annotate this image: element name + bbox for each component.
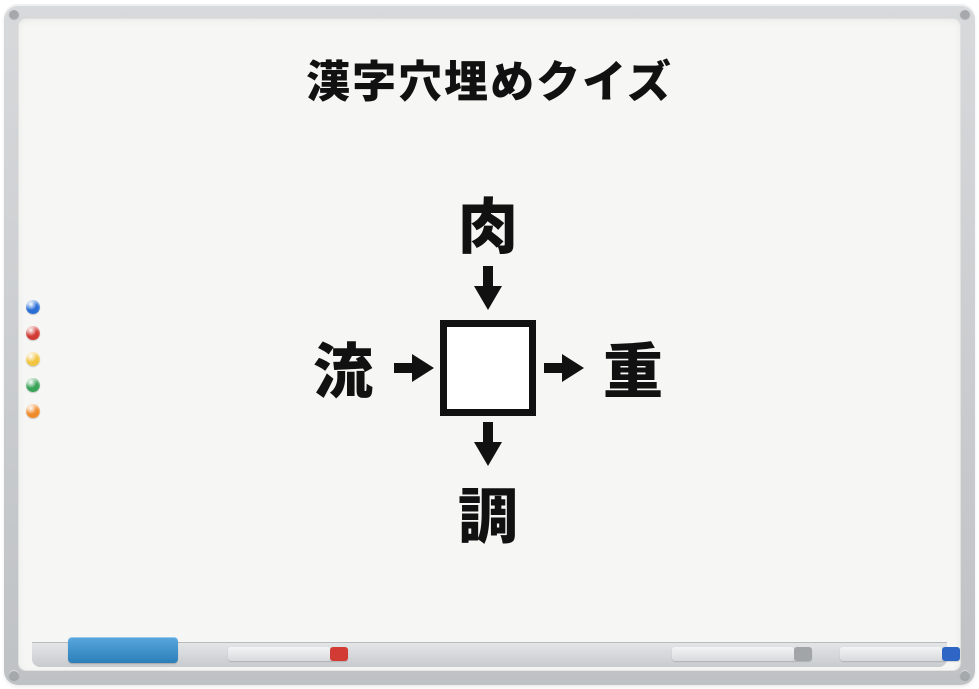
corner-pin-top-right (960, 9, 970, 19)
marker-tray (32, 642, 947, 667)
marker-red (228, 647, 348, 661)
arrow-down-icon (474, 422, 502, 466)
kanji-puzzle: 肉 流 重 調 (18, 168, 961, 568)
marker-cap (942, 647, 960, 661)
corner-pin-top-left (9, 9, 19, 19)
arrow-right-icon (544, 354, 584, 382)
quiz-title: 漢字穴埋めクイズ (18, 46, 961, 110)
answer-box[interactable] (440, 320, 536, 416)
corner-pin-bottom-right (960, 670, 970, 680)
marker-body (672, 647, 794, 661)
marker-blue (840, 647, 960, 661)
marker-cap (794, 647, 812, 661)
viewport: 漢字穴埋めクイズ 肉 流 重 調 (0, 0, 979, 689)
kanji-bottom: 調 (443, 468, 533, 558)
arrow-down-icon (474, 266, 502, 310)
whiteboard-frame: 漢字穴埋めクイズ 肉 流 重 調 (4, 4, 975, 685)
kanji-left: 流 (298, 323, 388, 413)
kanji-right: 重 (588, 323, 678, 413)
marker-gray (672, 647, 812, 661)
corner-pin-bottom-left (9, 670, 19, 680)
kanji-top: 肉 (443, 178, 533, 268)
marker-body (228, 647, 330, 661)
whiteboard-surface: 漢字穴埋めクイズ 肉 流 重 調 (18, 18, 961, 671)
marker-cap (330, 647, 348, 661)
arrow-right-icon (394, 354, 434, 382)
whiteboard-eraser (68, 637, 178, 663)
marker-body (840, 647, 942, 661)
